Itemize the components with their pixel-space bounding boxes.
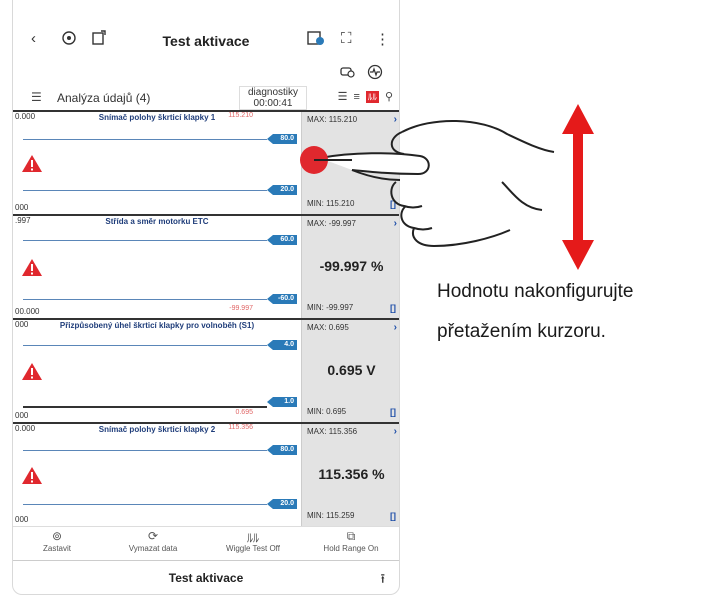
lower-limit-tag[interactable]: 1.0 xyxy=(267,397,297,407)
axis-top-value: 0.000 xyxy=(15,112,36,121)
upper-limit-line xyxy=(23,139,267,140)
min-value: MIN: 115.259 xyxy=(307,511,355,520)
fullscreen-icon[interactable]: ⛶ xyxy=(341,30,352,47)
stop-label: Zastavit xyxy=(42,544,71,553)
list-edit-icon[interactable]: ☰ xyxy=(31,90,42,104)
bracket-icon[interactable]: [] xyxy=(390,511,396,521)
hold-range-icon: ⧉ xyxy=(346,529,356,543)
pin-icon[interactable]: ⭱ xyxy=(380,570,385,592)
graph-area[interactable]: 000 Přizpůsobený úhel škrticí klapky pro… xyxy=(13,320,301,422)
lower-limit-line xyxy=(23,299,267,300)
panel-title: Přizpůsobený úhel škrticí klapky pro vol… xyxy=(59,321,255,330)
phone-screen: ‹ Test aktivace ⛶ ⋮ ☰ Analýza údajů (4) … xyxy=(12,0,400,595)
current-value: 115.356 % xyxy=(318,466,385,482)
red-value: 0.695 xyxy=(235,409,253,416)
clear-data-button[interactable]: ⟳ Vymazat data xyxy=(113,529,193,553)
upper-limit-tag[interactable]: 4.0 xyxy=(267,340,297,350)
secondary-toolbar xyxy=(13,62,399,84)
upper-limit-line xyxy=(23,240,267,241)
expand-chevron-icon[interactable]: › xyxy=(394,426,397,437)
hand-pointer-illustration xyxy=(292,112,562,262)
lower-limit-tag[interactable]: -60.0 xyxy=(267,294,297,304)
car-settings-icon[interactable] xyxy=(339,64,355,81)
stop-icon: ⊚ xyxy=(51,529,63,543)
warning-icon xyxy=(21,154,43,173)
lower-limit-line xyxy=(23,190,267,191)
list-view-icon[interactable]: ☰ xyxy=(338,90,348,103)
vertical-drag-arrow-icon xyxy=(560,104,596,270)
max-value: MAX: 115.356 xyxy=(307,427,358,436)
upper-limit-line xyxy=(23,450,267,451)
bottom-toolbar: ⊚ Zastavit ⟳ Vymazat data ﾙﾙ Wiggle Test… xyxy=(13,526,399,558)
red-value: -99.997 xyxy=(229,305,253,312)
refresh-icon: ⟳ xyxy=(147,529,159,543)
instruction-caption: Hodnotu nakonfigurujte přetažením kurzor… xyxy=(437,272,727,352)
warning-icon xyxy=(21,362,43,381)
signal-icon[interactable] xyxy=(367,64,383,83)
lower-limit-tag[interactable]: 20.0 xyxy=(267,499,297,509)
vci-icon[interactable] xyxy=(307,30,325,50)
axis-top-value: 000 xyxy=(15,320,29,329)
upper-limit-tag[interactable]: 80.0 xyxy=(267,445,297,455)
caption-line-1: Hodnotu nakonfigurujte xyxy=(437,281,634,302)
data-analysis-label: Analýza údajů (4) xyxy=(57,91,151,105)
axis-top-value: 0.000 xyxy=(15,424,36,433)
wiggle-icon: ﾙﾙ xyxy=(246,531,259,545)
hold-range-label: Hold Range On xyxy=(323,544,379,553)
expand-chevron-icon[interactable]: › xyxy=(394,322,397,333)
stats-column: MAX: 115.356 › 115.356 % MIN: 115.259 [] xyxy=(301,424,399,526)
diagnostics-time: 00:00:41 xyxy=(253,98,293,109)
bracket-icon[interactable]: [] xyxy=(390,303,396,313)
min-value: MIN: -99.997 xyxy=(307,303,354,312)
max-value: MAX: 0.695 xyxy=(307,323,349,332)
red-value: 115.356 xyxy=(228,424,253,431)
warning-icon xyxy=(21,466,43,485)
data-panel: 000 Přizpůsobený úhel škrticí klapky pro… xyxy=(13,318,399,422)
axis-bottom-value: 000 xyxy=(15,411,29,420)
footer-bar: Test aktivace ⭱ xyxy=(13,560,399,594)
value-line xyxy=(23,406,267,408)
text-view-icon[interactable]: ≡ xyxy=(354,91,360,103)
footer-title: Test aktivace xyxy=(168,571,244,585)
stats-column: MAX: 0.695 › 0.695 V MIN: 0.695 [] xyxy=(301,320,399,422)
current-value: 0.695 V xyxy=(327,362,376,378)
clear-data-label: Vymazat data xyxy=(128,544,178,553)
axis-bottom-value: 000 xyxy=(15,515,29,524)
bracket-icon[interactable]: [] xyxy=(390,407,396,417)
view-mode-icons: ☰ ≡ ﾙﾙ ⚲ xyxy=(338,90,393,103)
graph-area[interactable]: 0.000 Snímač polohy škrticí klapky 2 115… xyxy=(13,424,301,526)
axis-bottom-value: 000 xyxy=(15,203,29,212)
red-value: 115.210 xyxy=(228,112,253,119)
graph-area[interactable]: 0.000 Snímač polohy škrticí klapky 1 115… xyxy=(13,112,301,214)
stop-button[interactable]: ⊚ Zastavit xyxy=(17,529,97,553)
diagnostics-label: diagnostiky xyxy=(247,87,299,98)
wiggle-test-label: Wiggle Test Off xyxy=(226,544,280,553)
stage: ‹ Test aktivace ⛶ ⋮ ☰ Analýza údajů (4) … xyxy=(0,0,728,595)
data-panel: 0.000 Snímač polohy škrticí klapky 2 115… xyxy=(13,422,399,526)
caption-line-2: přetažením kurzoru. xyxy=(437,321,606,342)
min-value: MIN: 0.695 xyxy=(307,407,347,416)
graph-view-icon[interactable]: ﾙﾙ xyxy=(365,90,379,103)
graph-area[interactable]: .997 Střída a směr motorku ETC 60.0 -60.… xyxy=(13,216,301,318)
data-analysis-header: ☰ Analýza údajů (4) diagnostiky 00:00:41… xyxy=(13,86,399,110)
search-icon[interactable]: ⚲ xyxy=(385,90,393,103)
panel-title: Střída a směr motorku ETC xyxy=(105,217,209,226)
wiggle-test-button[interactable]: ﾙﾙ Wiggle Test Off xyxy=(213,529,293,553)
warning-icon xyxy=(21,258,43,277)
lower-limit-line xyxy=(23,504,267,505)
hold-range-button[interactable]: ⧉ Hold Range On xyxy=(311,529,391,553)
more-icon[interactable]: ⋮ xyxy=(375,30,390,48)
axis-bottom-value: 00.000 xyxy=(15,307,40,316)
top-bar: ‹ Test aktivace ⛶ ⋮ xyxy=(13,20,399,62)
axis-top-value: .997 xyxy=(15,216,31,225)
diagnostics-timer: diagnostiky 00:00:41 xyxy=(239,86,307,110)
upper-limit-line xyxy=(23,345,267,346)
